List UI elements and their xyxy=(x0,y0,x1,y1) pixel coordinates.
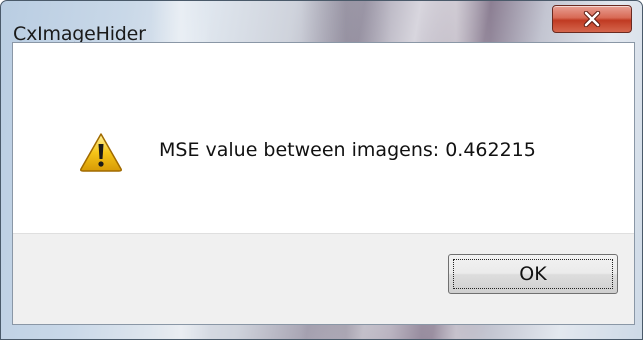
close-icon xyxy=(583,11,601,27)
title-bar[interactable]: CxImageHider xyxy=(1,1,642,45)
close-button[interactable] xyxy=(552,5,632,33)
button-area: OK xyxy=(13,233,634,324)
dialog-window: CxImageHider MSE value between imagens: … xyxy=(0,0,643,340)
dialog-message: MSE value between imagens: 0.462215 xyxy=(159,139,536,161)
ok-button[interactable]: OK xyxy=(448,254,618,294)
message-area: MSE value between imagens: 0.462215 xyxy=(13,43,634,233)
warning-icon xyxy=(80,133,122,172)
dialog-client-area: MSE value between imagens: 0.462215 OK xyxy=(12,42,635,325)
ok-button-label: OK xyxy=(519,263,547,285)
